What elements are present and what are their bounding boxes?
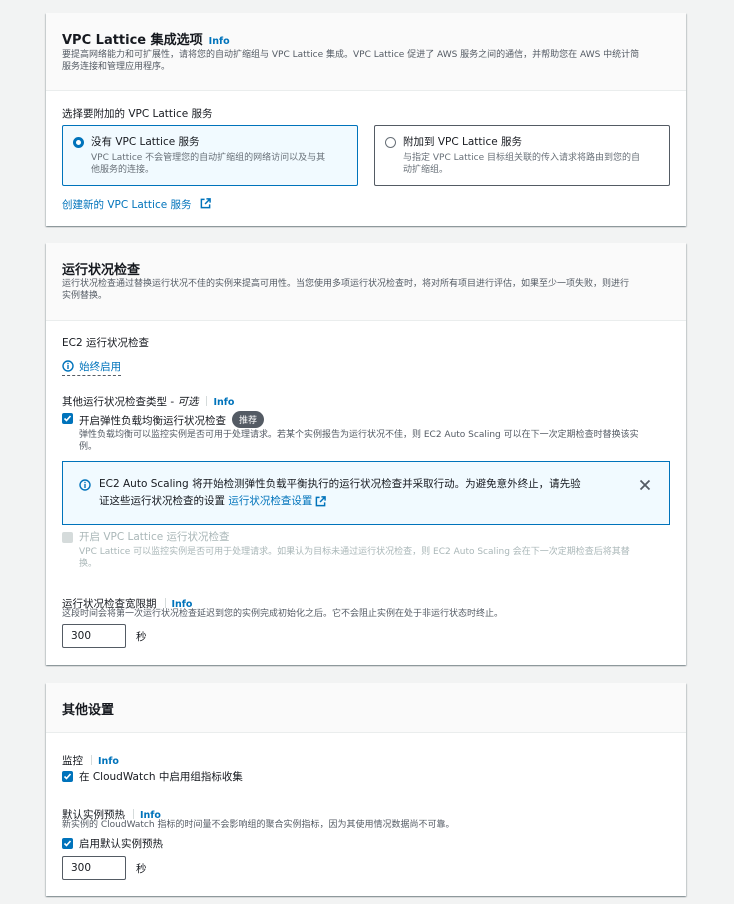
- lattice-desc-line2: 换。: [79, 559, 98, 569]
- radio-attach-lattice-label: 附加到 VPC Lattice 服务: [403, 136, 523, 148]
- elb-info-alert: EC2 Auto Scaling 将开始检测弹性负载平衡执行的运行状况检查并采取…: [62, 461, 670, 525]
- radio-attach-lattice-desc-line1: 与指定 VPC Lattice 目标组关联的传入请求将路由到您的自: [403, 153, 641, 163]
- health-check-panel: 运行状况检查 运行状况检查通过替换运行状况不佳的实例来提高可用性。当您使用多项运…: [46, 243, 686, 665]
- radio-selected-icon[interactable]: [73, 137, 84, 148]
- checkmark-icon: [63, 840, 72, 847]
- external-link-icon: [315, 495, 327, 506]
- checkmark-icon: [63, 773, 72, 780]
- other-settings-header: 其他设置: [46, 683, 686, 733]
- lattice-health-check-label: 开启 VPC Lattice 运行状况检查: [79, 531, 230, 543]
- health-check-header: 运行状况检查 运行状况检查通过替换运行状况不佳的实例来提高可用性。当您使用多项运…: [46, 243, 686, 321]
- other-health-check-types-label: 其他运行状况检查类型 - 可选 Info: [62, 390, 234, 409]
- radio-tile-attach-lattice[interactable]: 附加到 VPC Lattice 服务 与指定 VPC Lattice 目标组关联…: [374, 125, 670, 186]
- external-link-icon: [200, 198, 211, 209]
- radio-no-lattice-desc-line2: 他服务的连接。: [91, 165, 155, 175]
- alert-text-line2: 证这些运行状况检查的设置: [99, 495, 225, 507]
- radio-unselected-icon[interactable]: [385, 137, 396, 148]
- health-check-title: 运行状况检查: [62, 263, 141, 278]
- ec2-health-check-label: EC2 运行状况检查: [62, 337, 149, 349]
- warmup-input[interactable]: 300: [62, 856, 126, 880]
- elb-health-check-label: 开启弹性负载均衡运行状况检查: [79, 415, 226, 427]
- vpc-lattice-info-link[interactable]: Info: [209, 36, 230, 47]
- select-service-label: 选择要附加的 VPC Lattice 服务: [62, 108, 213, 120]
- grace-period-desc: 这段时间会将第一次运行状况检查延迟到您的实例完成初始化之后。它不会阻止实例在处于…: [62, 609, 504, 619]
- lattice-health-check-checkbox[interactable]: [62, 532, 73, 543]
- warmup-enable-label: 启用默认实例预热: [79, 838, 163, 850]
- vpc-lattice-header: VPC Lattice 集成选项 Info 要提高网络能力和可扩展性，请将您的自动…: [46, 13, 686, 91]
- create-lattice-service-text[interactable]: 创建新的 VPC Lattice 服务: [62, 199, 192, 211]
- monitoring-info-link[interactable]: Info: [98, 756, 119, 767]
- info-circle-icon: [62, 360, 74, 372]
- vpc-lattice-desc-line1: 要提高网络能力和可扩展性，请将您的自动扩缩组与 VPC Lattice 集成。V…: [62, 50, 640, 60]
- vpc-lattice-title: VPC Lattice 集成选项: [62, 33, 203, 48]
- radio-no-lattice-label: 没有 VPC Lattice 服务: [91, 136, 200, 148]
- recommended-badge: 推荐: [232, 411, 265, 428]
- cloudwatch-metrics-checkbox[interactable]: [62, 771, 73, 782]
- grace-period-unit: 秒: [136, 631, 147, 643]
- health-check-desc-line2: 实例替换。: [62, 291, 108, 301]
- radio-tile-no-lattice[interactable]: 没有 VPC Lattice 服务 VPC Lattice 不会管理您的自动扩缩…: [62, 125, 358, 186]
- cloudwatch-metrics-label: 在 CloudWatch 中启用组指标收集: [79, 771, 243, 783]
- health-check-settings-link[interactable]: 运行状况检查设置: [228, 495, 312, 507]
- warmup-desc: 新实例的 CloudWatch 指标的时间量不会影响组的聚合实例指标，因为其使用…: [62, 820, 455, 830]
- radio-attach-lattice-desc-line2: 动扩缩组。: [403, 165, 449, 175]
- lattice-desc-line1: VPC Lattice 可以监控实例是否可用于处理请求。如果认为目标未通过运行状…: [79, 547, 630, 557]
- checkmark-icon: [63, 415, 72, 422]
- elb-health-check-checkbox[interactable]: [62, 413, 73, 424]
- alert-info-icon: [79, 479, 91, 491]
- health-check-desc-line1: 运行状况检查通过替换运行状况不佳的实例来提高可用性。当您使用多项运行状况检查时，…: [62, 279, 630, 289]
- close-icon[interactable]: [639, 479, 651, 491]
- grace-period-input[interactable]: 300: [62, 624, 126, 648]
- radio-no-lattice-desc-line1: VPC Lattice 不会管理您的自动扩缩组的网络访问以及与其: [91, 153, 326, 163]
- optional-label: 可选: [177, 396, 199, 408]
- vpc-lattice-desc-line2: 服务连接和管理应用程序。: [62, 62, 171, 72]
- alert-text-line1: EC2 Auto Scaling 将开始检测弹性负载平衡执行的运行状况检查并采取…: [99, 478, 581, 490]
- vpc-lattice-panel: VPC Lattice 集成选项 Info 要提高网络能力和可扩展性，请将您的自动…: [46, 13, 686, 226]
- other-settings-title: 其他设置: [62, 703, 115, 718]
- monitoring-label: 监控: [62, 755, 83, 767]
- elb-desc-line2: 例。: [79, 442, 98, 452]
- warmup-enable-checkbox[interactable]: [62, 838, 73, 849]
- monitoring-header: 监控 Info: [62, 749, 119, 768]
- create-lattice-service-link[interactable]: 创建新的 VPC Lattice 服务: [62, 193, 211, 212]
- warmup-unit: 秒: [136, 863, 147, 875]
- other-health-info-link[interactable]: Info: [213, 397, 234, 408]
- always-enabled-text: 始终启用: [79, 361, 122, 373]
- other-health-check-label: 其他运行状况检查类型 -: [62, 396, 178, 408]
- elb-desc-line1: 弹性负载均衡可以监控实例是否可用于处理请求。若某个实例报告为运行状况不佳，则 E…: [79, 430, 639, 440]
- always-enabled-status[interactable]: 始终启用: [62, 355, 122, 376]
- other-settings-panel: 其他设置 监控 Info 在 CloudWatch 中启用组指标收集 默认实例预热…: [46, 683, 686, 896]
